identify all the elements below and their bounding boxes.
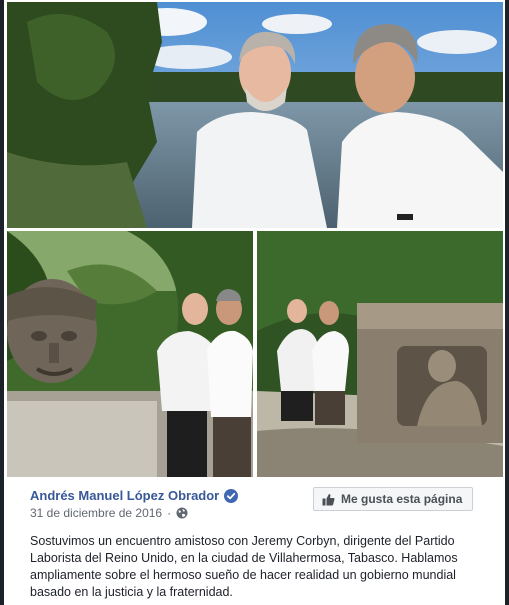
- photo-olmec-altar[interactable]: [257, 231, 503, 477]
- verified-badge-icon: [224, 488, 239, 503]
- globe-icon[interactable]: [176, 507, 188, 519]
- thumbs-up-icon: [322, 493, 335, 506]
- author-name-link[interactable]: Andrés Manuel López Obrador: [30, 488, 219, 503]
- facebook-post-card: Andrés Manuel López Obrador 31 de diciem…: [4, 0, 505, 605]
- post-photo-grid: [7, 2, 503, 477]
- photo-river-meeting[interactable]: [7, 2, 503, 228]
- meta-separator: ·: [167, 506, 172, 520]
- author-row: Andrés Manuel López Obrador: [30, 488, 239, 503]
- post-date-link[interactable]: 31 de diciembre de 2016: [30, 506, 162, 520]
- post-meta: 31 de diciembre de 2016 ·: [30, 506, 188, 520]
- like-page-label: Me gusta esta página: [341, 492, 463, 506]
- post-info: Andrés Manuel López Obrador 31 de diciem…: [4, 477, 505, 605]
- post-message: Sostuvimos un encuentro amistoso con Jer…: [30, 534, 458, 599]
- like-page-button[interactable]: Me gusta esta página: [313, 487, 474, 511]
- photo-olmec-head[interactable]: [7, 231, 253, 477]
